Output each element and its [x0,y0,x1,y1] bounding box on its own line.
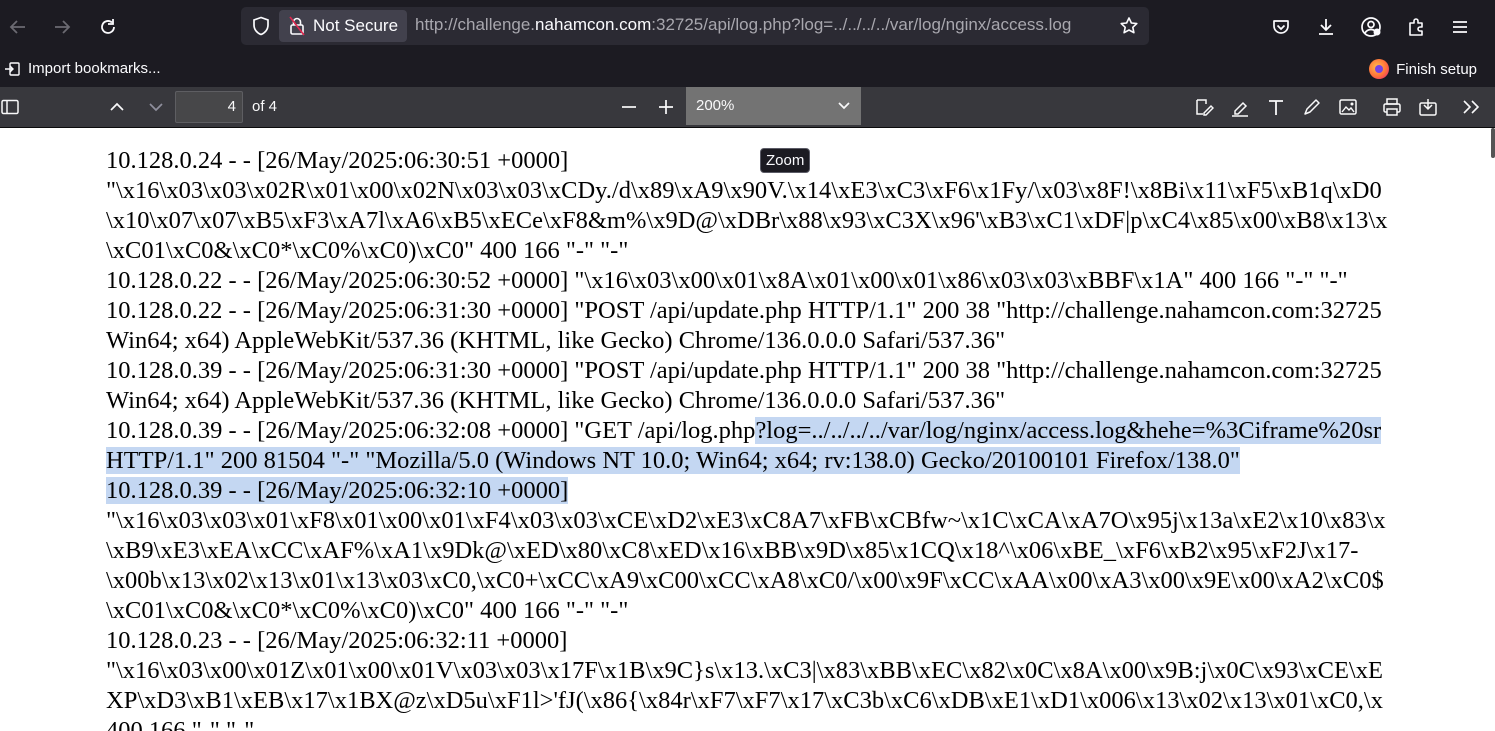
tools-menu-icon[interactable] [1457,93,1485,121]
log-line: "\x16\x03\x03\x01\xF8\x01\x00\x01\xF4\x0… [106,507,1386,534]
log-line: 10.128.0.24 - - [26/May/2025:06:30:51 +0… [106,147,569,174]
log-line: \xB9\xE3\xEA\xCC\xAF%\xA1\x9Dk@\xED\x80\… [106,537,1359,564]
log-line: XP\xD3\xB1\xEB\x17\x1BX@z\xD5u\xF1l>'fJ(… [106,687,1383,714]
url-bar[interactable]: Not Secure http://challenge.nahamcon.com… [241,7,1149,45]
log-line: \xC01\xC0&\xC0*\xC0%\xC0)\xC0" 400 166 "… [106,237,629,264]
selected-text: 10.128.0.39 - - [26/May/2025:06:32:10 +0… [106,477,569,504]
text-icon[interactable] [1262,93,1290,121]
chevron-down-icon [837,87,853,125]
url-path: :32725/api/log.php?log=../../../../var/l… [651,15,1072,34]
zoom-in-icon[interactable] [652,93,680,121]
extensions-icon[interactable] [1400,11,1432,43]
next-page-icon[interactable] [142,93,170,121]
log-line: 400 166 "-" "-" [106,717,255,731]
bookmark-star-icon[interactable] [1117,14,1141,38]
log-line-selected: 10.128.0.39 - - [26/May/2025:06:32:10 +0… [106,476,569,506]
log-line: 10.128.0.23 - - [26/May/2025:06:32:11 +0… [106,627,568,654]
log-line: Win64; x64) AppleWebKit/537.36 (KHTML, l… [106,327,1006,354]
log-line: \x10\x07\x07\xB5\xF3\xA7l\xA6\xB5\xECe\x… [106,207,1388,234]
selected-text: HTTP/1.1" 200 81504 "-" "Mozilla/5.0 (Wi… [106,447,1240,474]
zoom-select[interactable]: 200% [686,87,861,125]
zoom-value: 200% [696,97,735,114]
browser-chrome: Not Secure http://challenge.nahamcon.com… [0,0,1495,87]
zoom-out-icon[interactable] [615,93,643,121]
import-bookmarks-label: Import bookmarks... [28,60,161,77]
back-arrow-icon[interactable] [2,11,34,43]
page-number-input[interactable]: 4 [175,91,243,123]
pocket-icon[interactable] [1265,11,1297,43]
log-line: 10.128.0.22 - - [26/May/2025:06:30:52 +0… [106,267,1348,294]
log-line: "\x16\x03\x03\x02R\x01\x00\x02N\x03\x03\… [106,177,1382,204]
bookmarks-toolbar: Import bookmarks... Finish setup [0,54,1495,87]
downloads-icon[interactable] [1310,11,1342,43]
firefox-logo-icon [1369,59,1390,79]
insecure-lock-icon [287,16,307,36]
url-text[interactable]: http://challenge.nahamcon.com:32725/api/… [415,15,1071,35]
pdf-toolbar: 4 of 4 200% [0,87,1495,128]
log-line-selected: HTTP/1.1" 200 81504 "-" "Mozilla/5.0 (Wi… [106,446,1240,476]
log-line: 10.128.0.39 - - [26/May/2025:06:31:30 +0… [106,357,1382,384]
log-line-selected: 10.128.0.39 - - [26/May/2025:06:32:08 +0… [106,416,1382,446]
reload-icon[interactable] [92,11,124,43]
log-line: 10.128.0.22 - - [26/May/2025:06:31:30 +0… [106,297,1382,324]
log-text: 10.128.0.39 - - [26/May/2025:06:32:08 +0… [106,417,756,444]
log-line: \xC01\xC0&\xC0*\xC0%\xC0)\xC0" 400 166 "… [106,597,629,624]
zoom-tooltip: Zoom [760,148,811,173]
highlight-icon[interactable] [1226,93,1254,121]
forward-arrow-icon[interactable] [46,11,78,43]
save-icon[interactable] [1414,93,1442,121]
scrollbar-thumb[interactable] [1491,128,1495,158]
previous-page-icon[interactable] [103,93,131,121]
site-security-indicator[interactable]: Not Secure [279,10,407,42]
log-line: Win64; x64) AppleWebKit/537.36 (KHTML, l… [106,387,1006,414]
finish-setup-button[interactable]: Finish setup [1369,59,1477,79]
log-line: "\x16\x03\x00\x01Z\x01\x00\x01V\x03\x03\… [106,657,1383,684]
log-line: \x00b\x13\x02\x13\x01\x13\x03\xC0,\xC0+\… [106,567,1384,594]
sidebar-toggle-icon[interactable] [0,93,24,121]
tracking-protection-shield-icon[interactable] [249,14,273,38]
log-line: "-" [106,128,134,140]
import-icon [4,61,22,77]
import-bookmarks-button[interactable]: Import bookmarks... [4,60,161,77]
selected-text: ?log=../../../../var/log/nginx/access.lo… [755,417,1382,444]
account-icon[interactable] [1355,11,1387,43]
not-secure-label: Not Secure [313,16,399,35]
pdf-viewer[interactable]: "-" 10.128.0.24 - - [26/May/2025:06:30:5… [0,128,1495,731]
print-icon[interactable] [1378,93,1406,121]
page-count-label: of 4 [252,98,278,115]
url-prefix: http://challenge. [415,15,536,34]
draw-icon[interactable] [1298,93,1326,121]
hamburger-menu-icon[interactable] [1444,11,1476,43]
edit-pdf-icon[interactable] [1190,93,1218,121]
navigation-toolbar: Not Secure http://challenge.nahamcon.com… [0,0,1495,54]
finish-setup-label: Finish setup [1396,60,1477,78]
add-image-icon[interactable] [1334,93,1362,121]
url-host: nahamcon.com [535,15,652,34]
